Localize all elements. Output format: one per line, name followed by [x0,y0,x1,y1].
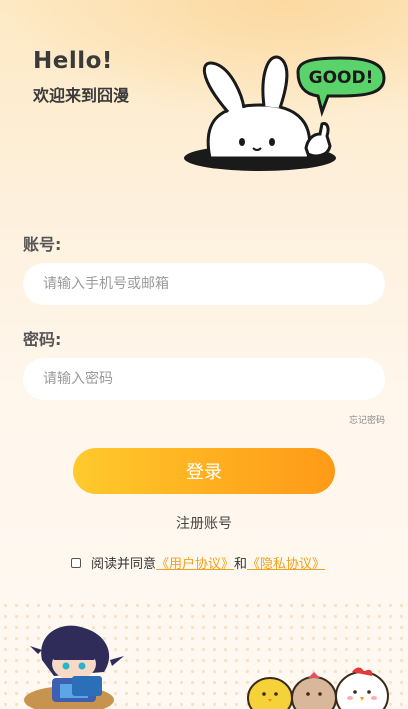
account-label: 账号: [23,235,62,254]
forgot-password-link[interactable]: 忘记密码 [349,413,385,426]
greeting: Hello! 欢迎来到囧漫 [33,48,129,106]
password-field[interactable] [23,358,385,400]
register-link[interactable]: 注册账号 [0,513,408,533]
account-input[interactable] [43,276,385,292]
privacy-agreement-link[interactable]: 《隐私协议》 [247,553,325,572]
agreement-row: 阅读并同意 《用户协议》 和 《隐私协议》 [71,553,325,572]
password-label: 密码: [23,330,62,349]
bunny-mascot-illustration: GOOD! [184,55,386,171]
reading-character-illustration [24,625,124,709]
user-agreement-link[interactable]: 《用户协议》 [156,553,234,572]
chick-characters-illustration [247,667,389,709]
agreement-prefix: 阅读并同意 [91,557,157,572]
welcome-subtitle: 欢迎来到囧漫 [33,86,130,105]
login-button[interactable]: 登录 [73,448,335,494]
password-input[interactable] [43,371,385,387]
good-bubble-text: GOOD! [309,68,374,88]
hello-title: Hello! [33,48,113,74]
account-field[interactable] [23,263,385,305]
agreement-joiner: 和 [234,557,248,572]
agreement-checkbox[interactable] [71,557,81,568]
